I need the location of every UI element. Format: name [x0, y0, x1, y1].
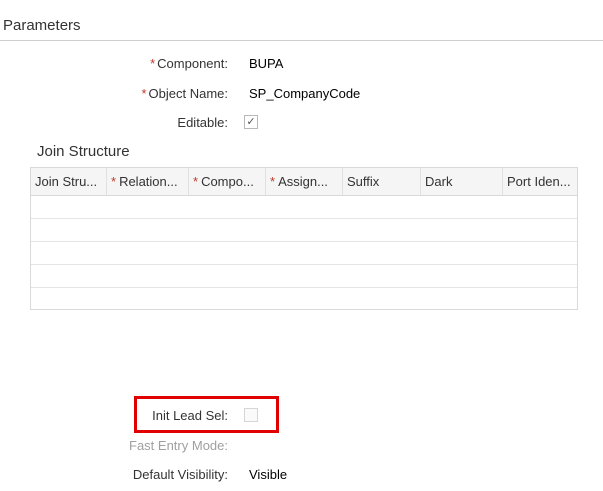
fast-entry-mode-row: Fast Entry Mode: [0, 436, 603, 456]
default-visibility-row: Default Visibility: Visible [0, 465, 603, 485]
table-row[interactable] [31, 242, 577, 265]
column-header-relation[interactable]: * Relation... [107, 168, 189, 195]
fast-entry-mode-label: Fast Entry Mode: [129, 438, 228, 453]
table-row[interactable] [31, 288, 577, 311]
default-visibility-value: Visible [249, 467, 288, 482]
init-lead-sel-checkbox[interactable] [244, 408, 258, 422]
component-row: * Component: BUPA [0, 54, 603, 74]
object-name-label: * Object Name: [141, 86, 228, 101]
required-marker: * [111, 174, 117, 189]
init-lead-sel-row: Init Lead Sel: [0, 406, 603, 426]
editable-label: Editable: [177, 115, 228, 130]
init-lead-sel-label: Init Lead Sel: [152, 408, 228, 423]
table-row[interactable] [31, 265, 577, 288]
required-marker: * [141, 86, 147, 101]
component-label: * Component: [150, 56, 228, 71]
column-header-join-structure[interactable]: Join Stru... [31, 168, 107, 195]
required-marker: * [270, 174, 276, 189]
component-value: BUPA [249, 56, 284, 71]
object-name-row: * Object Name: SP_CompanyCode [0, 84, 603, 104]
table-row[interactable] [31, 219, 577, 242]
default-visibility-label: Default Visibility: [132, 467, 228, 482]
column-header-port-identifier[interactable]: Port Iden... [503, 168, 577, 195]
table-header: Join Stru... * Relation... * Compo... * Ass… [31, 168, 577, 196]
section-title: Parameters [3, 17, 81, 34]
column-header-suffix[interactable]: Suffix [343, 168, 421, 195]
column-header-assignment[interactable]: * Assign... [266, 168, 343, 195]
editable-row: Editable: ✓ [0, 113, 603, 133]
join-structure-title: Join Structure [37, 143, 130, 160]
object-name-value: SP_CompanyCode [249, 86, 361, 101]
table-row[interactable] [31, 196, 577, 219]
column-header-dark[interactable]: Dark [421, 168, 503, 195]
required-marker: * [193, 174, 199, 189]
column-header-component[interactable]: * Compo... [189, 168, 266, 195]
join-structure-table: Join Stru... * Relation... * Compo... * Ass… [30, 167, 578, 310]
editable-checkbox[interactable]: ✓ [244, 115, 258, 129]
section-divider [0, 40, 603, 41]
required-marker: * [150, 56, 156, 71]
check-icon: ✓ [246, 116, 256, 128]
